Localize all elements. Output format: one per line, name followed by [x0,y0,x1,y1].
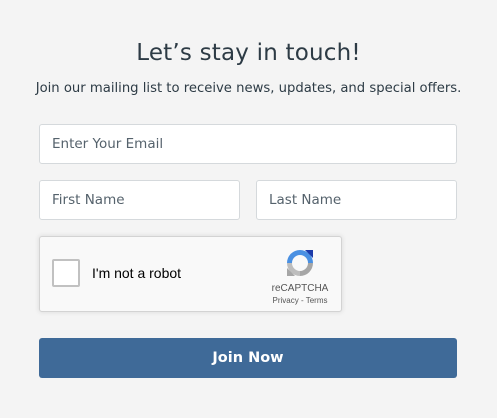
recaptcha-links: Privacy - Terms [262,296,338,305]
page-title: Let’s stay in touch! [136,40,361,66]
privacy-link[interactable]: Privacy [273,296,299,305]
links-separator: - [298,296,306,305]
signup-description: Join our mailing list to receive news, u… [35,81,462,96]
recaptcha-logo-icon [287,250,313,276]
join-now-button[interactable]: Join Now [39,338,457,378]
signup-form: Let’s stay in touch! Join our mailing li… [0,0,497,418]
terms-link[interactable]: Terms [306,296,328,305]
first-name-field[interactable] [39,180,240,220]
email-field[interactable] [39,124,457,164]
recaptcha-brand: reCAPTCHA [271,283,329,294]
last-name-field[interactable] [256,180,457,220]
recaptcha-label: I'm not a robot [92,265,182,281]
recaptcha-widget: I'm not a robot reCAPTCHA Privacy - Term… [39,236,342,312]
recaptcha-checkbox[interactable] [52,259,80,287]
